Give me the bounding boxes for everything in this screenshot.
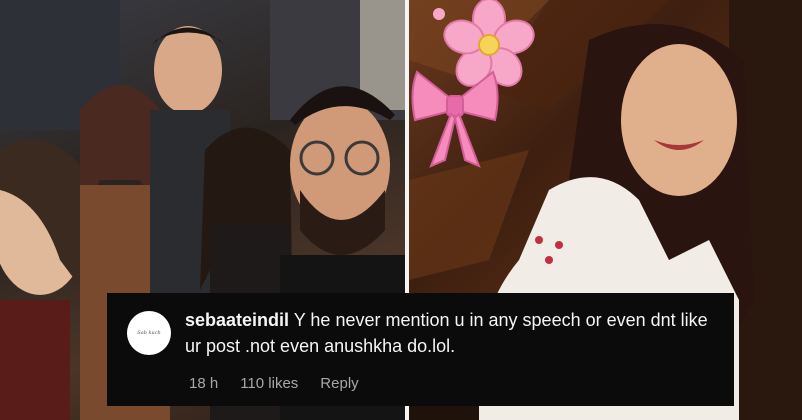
comment-likes[interactable]: 110 likes [240, 375, 298, 392]
reply-button[interactable]: Reply [320, 375, 358, 392]
bow-sticker-icon [411, 70, 499, 168]
comment-meta: 18 h 110 likes Reply [189, 375, 359, 392]
comment-time: 18 h [189, 375, 219, 392]
instagram-comment: Sab kuch sebaateindil Y he never mention… [107, 293, 734, 406]
avatar-text: Sab kuch [137, 330, 161, 336]
comment-username[interactable]: sebaateindil [185, 310, 289, 330]
avatar[interactable]: Sab kuch [127, 311, 171, 355]
comment-body: sebaateindil Y he never mention u in any… [185, 307, 725, 359]
